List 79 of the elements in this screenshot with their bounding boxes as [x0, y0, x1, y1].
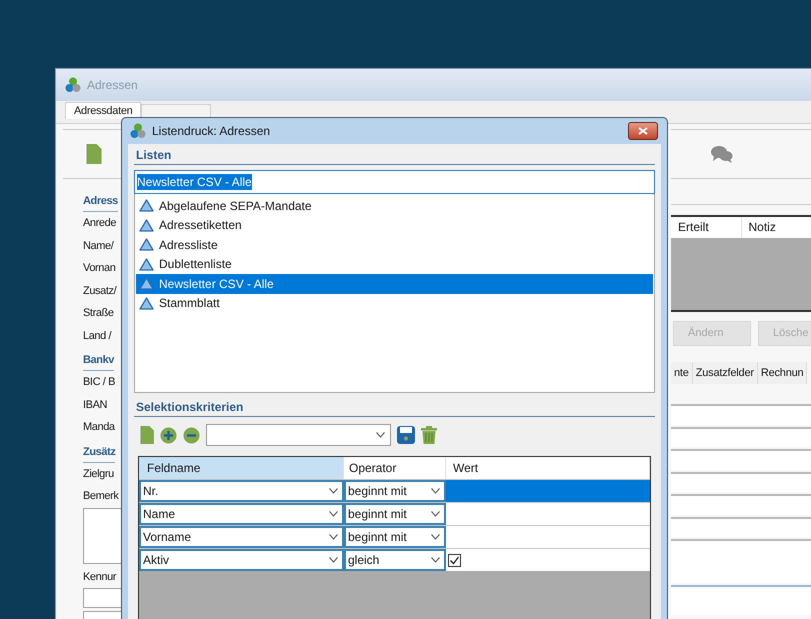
chevron-down-icon — [376, 432, 386, 438]
triangle-icon — [139, 218, 154, 232]
chevron-down-icon — [431, 488, 440, 494]
tab[interactable]: nte — [671, 362, 693, 384]
field-value: Newsletter CSV - Alle — [137, 174, 252, 190]
save-icon[interactable] — [397, 426, 416, 444]
window-title: Adressen — [87, 77, 138, 94]
input-field[interactable] — [671, 494, 811, 514]
app-logo-icon — [65, 77, 81, 93]
chat-bubbles-icon[interactable] — [711, 145, 733, 163]
input-field[interactable] — [671, 539, 811, 583]
tab[interactable]: Adressdaten — [65, 102, 142, 119]
list-item[interactable]: Adressliste — [136, 235, 653, 254]
chevron-down-icon — [329, 557, 338, 563]
close-icon — [638, 127, 648, 135]
field-dropdown[interactable]: Vorname — [139, 526, 344, 548]
triangle-icon — [139, 258, 154, 271]
triangle-icon — [139, 199, 154, 212]
field-label: Name/ — [83, 238, 114, 254]
chevron-down-icon — [329, 534, 338, 540]
field-label: Straße — [83, 306, 114, 321]
close-button[interactable] — [628, 122, 658, 140]
list-item[interactable]: Abgelaufene SEPA-Mandate — [136, 196, 653, 216]
section-heading: Listen — [134, 145, 655, 165]
app-logo-icon — [130, 123, 146, 139]
field-dropdown[interactable]: Aktiv — [139, 549, 344, 571]
section-heading: Selektionskriterien — [134, 397, 655, 417]
list-item[interactable]: Stammblatt — [136, 294, 653, 313]
document-icon[interactable] — [86, 144, 102, 164]
input-field[interactable] — [671, 404, 811, 424]
triangle-icon — [139, 296, 154, 310]
triangle-icon — [139, 238, 154, 252]
field-label: Bemerk — [83, 489, 118, 504]
list-item[interactable]: Newsletter CSV - Alle — [136, 274, 653, 294]
tab[interactable]: Zusatzfelder — [692, 362, 758, 384]
input-field[interactable] — [671, 516, 811, 537]
input-field[interactable] — [671, 585, 811, 615]
document-icon[interactable] — [140, 426, 154, 444]
operator-dropdown[interactable]: beginnt mit — [344, 503, 446, 525]
field-label: Land / — [83, 328, 112, 344]
column-header[interactable]: Feldname — [139, 457, 344, 479]
input-field[interactable] — [671, 472, 811, 492]
field-dropdown[interactable]: Nr. — [139, 480, 344, 502]
trash-icon[interactable] — [421, 426, 438, 444]
chevron-down-icon — [329, 488, 338, 494]
field-label: BIC / B — [83, 375, 116, 390]
input-field[interactable] — [671, 426, 811, 447]
value-cell[interactable] — [446, 480, 650, 502]
section-heading: Bankv — [83, 349, 114, 371]
list-item[interactable]: Dublettenliste — [136, 254, 653, 274]
list-item[interactable]: Adressetiketten — [136, 216, 653, 235]
input-field[interactable] — [83, 588, 122, 608]
tab[interactable]: Rechnun — [758, 362, 808, 384]
chevron-down-icon — [431, 534, 440, 540]
field-label: Anrede — [83, 216, 116, 231]
add-icon[interactable] — [160, 426, 178, 444]
chevron-down-icon — [431, 557, 440, 563]
text-area[interactable] — [83, 508, 122, 564]
field-label: Vornan — [83, 261, 116, 276]
list-name-field[interactable]: Newsletter CSV - Alle — [134, 170, 655, 194]
remove-icon[interactable] — [183, 426, 200, 444]
dialog-title: Listendruck: Adressen — [152, 123, 270, 140]
triangle-icon — [139, 277, 154, 290]
chevron-down-icon — [329, 511, 338, 517]
field-label: IBAN — [83, 398, 108, 412]
section-heading: Adress — [83, 190, 118, 212]
operator-dropdown[interactable]: beginnt mit — [344, 480, 446, 502]
field-label: Manda — [83, 420, 115, 435]
field-label: Kennur — [83, 570, 116, 584]
operator-dropdown[interactable]: beginnt mit — [344, 526, 446, 548]
field-label: Zielgru — [83, 466, 114, 482]
filter-dropdown[interactable] — [206, 424, 392, 446]
chevron-down-icon — [431, 511, 440, 517]
input-field[interactable] — [671, 449, 811, 470]
field-dropdown[interactable]: Name — [139, 503, 344, 525]
section-heading: Zusätz — [83, 440, 116, 462]
field-label: Zusatz/ — [83, 284, 116, 298]
checkbox[interactable] — [448, 554, 461, 566]
operator-dropdown[interactable]: gleich — [344, 549, 446, 571]
